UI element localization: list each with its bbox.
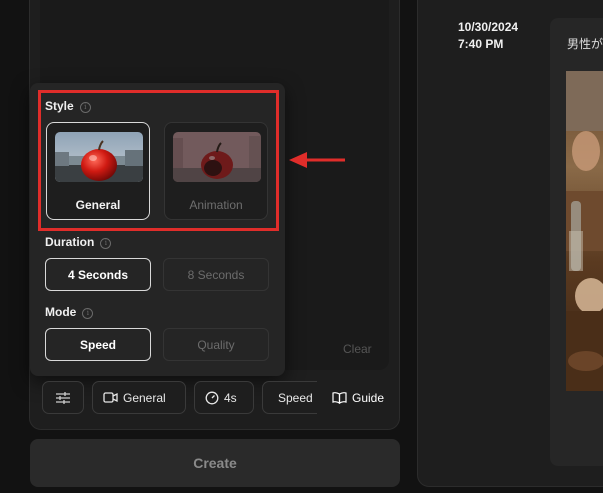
clock-icon [205, 391, 219, 404]
book-icon [332, 392, 347, 404]
mode-toolbar-button[interactable]: Speed [262, 381, 317, 414]
mode-toolbar-label: Speed [278, 390, 313, 405]
duration-8s-option[interactable]: 8 Seconds [163, 258, 269, 291]
red-arrow-icon [289, 152, 345, 168]
info-icon[interactable]: i [82, 308, 94, 319]
create-button[interactable]: Create [30, 439, 400, 487]
history-prompt-text: 男性が [567, 37, 603, 51]
mode-section-title: Mode i [45, 305, 94, 319]
mode-quality-option[interactable]: Quality [163, 328, 269, 361]
history-date: 10/30/2024 [458, 20, 519, 34]
duration-toolbar-label: 4s [224, 390, 237, 405]
guide-label: Guide [352, 390, 385, 405]
video-thumbnail[interactable] [566, 71, 603, 391]
style-toolbar-button[interactable]: General [92, 381, 186, 414]
style-toolbar-label: General [123, 390, 166, 405]
info-icon[interactable]: i [100, 238, 112, 249]
guide-link[interactable]: Guide [332, 381, 384, 414]
history-time: 7:40 PM [458, 37, 504, 51]
video-camera-icon [103, 392, 118, 403]
highlight-annotation-box [38, 90, 279, 231]
sliders-icon [56, 391, 70, 404]
settings-toggle-button[interactable] [42, 381, 84, 414]
duration-toolbar-button[interactable]: 4s [194, 381, 254, 414]
clear-button[interactable]: Clear [343, 342, 372, 356]
mode-speed-option[interactable]: Speed [45, 328, 151, 361]
duration-section-title: Duration i [45, 235, 112, 249]
duration-4s-option[interactable]: 4 Seconds [45, 258, 151, 291]
